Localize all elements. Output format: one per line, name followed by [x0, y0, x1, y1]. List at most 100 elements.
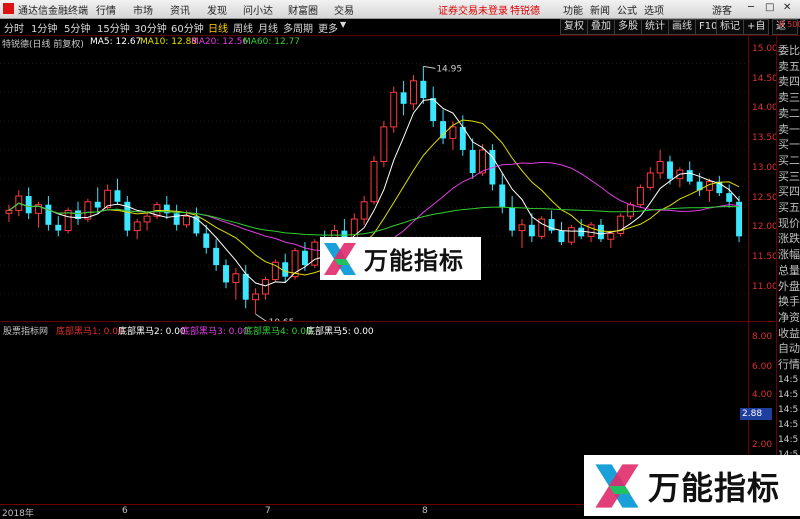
- candle-body[interactable]: [262, 279, 269, 295]
- ma10-legend: MA10: 12.88: [140, 37, 198, 47]
- candle-body[interactable]: [173, 213, 180, 225]
- indicator-legend-2: 底部黑马2: 0.00: [118, 327, 186, 337]
- candle-body[interactable]: [646, 172, 654, 188]
- candle-body[interactable]: [203, 233, 210, 248]
- candle-body[interactable]: [420, 80, 427, 99]
- stock-link[interactable]: 特锐德: [510, 2, 540, 17]
- period-tab-5min[interactable]: 5分钟: [64, 20, 90, 35]
- quote-label: 买一: [778, 138, 800, 152]
- candle-body[interactable]: [597, 224, 604, 240]
- menu-item-market[interactable]: 行情: [96, 2, 116, 17]
- menu-function[interactable]: 功能: [563, 2, 583, 17]
- menu-item-ask[interactable]: 问小达: [243, 2, 273, 17]
- period-tab-monthly[interactable]: 月线: [258, 20, 278, 35]
- chevron-down-icon[interactable]: ▼: [340, 20, 346, 29]
- candle-body[interactable]: [509, 207, 516, 231]
- candle-body[interactable]: [587, 224, 595, 237]
- period-tab-60min[interactable]: 60分钟: [171, 20, 204, 35]
- indicator-tick: 6.00: [752, 362, 773, 372]
- candle-body[interactable]: [479, 149, 486, 174]
- mark-button[interactable]: 标记: [716, 19, 744, 35]
- menu-item-news[interactable]: 资讯: [170, 2, 190, 17]
- period-toolbar: 分时 1分钟 5分钟 15分钟 30分钟 60分钟 日线 周线 月线 多周期 更…: [0, 19, 800, 36]
- candle-body[interactable]: [45, 204, 52, 225]
- period-tab-multi[interactable]: 多周期: [283, 20, 313, 35]
- minimize-icon[interactable]: ─: [748, 2, 754, 13]
- candle-body[interactable]: [223, 265, 229, 283]
- candle-body[interactable]: [410, 80, 417, 105]
- candle-body[interactable]: [133, 221, 141, 232]
- candle-body[interactable]: [499, 184, 506, 208]
- candle-body[interactable]: [686, 170, 693, 182]
- quote-label: 买四: [778, 185, 800, 199]
- candle-body[interactable]: [301, 250, 308, 266]
- period-tab-more[interactable]: 更多: [318, 20, 338, 35]
- menu-item-trade[interactable]: 交易: [334, 2, 354, 17]
- indicator-tick: 2.00: [752, 440, 773, 450]
- candle-body[interactable]: [627, 204, 634, 217]
- candle-body[interactable]: [252, 293, 260, 301]
- quote-label: 卖四: [778, 75, 800, 89]
- candle-body[interactable]: [282, 262, 289, 277]
- draw-button[interactable]: 画线: [668, 19, 696, 35]
- period-tab-daily[interactable]: 日线: [208, 20, 228, 35]
- candle-body[interactable]: [213, 247, 220, 266]
- candle-body[interactable]: [114, 190, 121, 202]
- maximize-icon[interactable]: □: [765, 2, 774, 13]
- candle-body[interactable]: [567, 227, 575, 243]
- guest-label[interactable]: 游客: [712, 2, 732, 17]
- candle-body[interactable]: [578, 227, 585, 237]
- candle-body[interactable]: [558, 230, 565, 243]
- candle-body[interactable]: [5, 209, 13, 214]
- candle-body[interactable]: [518, 224, 526, 232]
- candle-body[interactable]: [667, 161, 673, 179]
- period-tab-tick[interactable]: 分时: [4, 20, 24, 35]
- pane-divider: [0, 321, 776, 322]
- overlay-button[interactable]: 叠加: [587, 19, 615, 35]
- period-tab-1min[interactable]: 1分钟: [31, 20, 57, 35]
- candle-body[interactable]: [183, 215, 190, 226]
- candle-body[interactable]: [242, 273, 249, 300]
- period-tab-30min[interactable]: 30分钟: [134, 20, 167, 35]
- app-logo-icon: [3, 3, 14, 14]
- close-icon[interactable]: ✕: [783, 2, 791, 13]
- add-favorite-button[interactable]: +自选: [743, 19, 769, 35]
- period-tab-weekly[interactable]: 周线: [233, 20, 253, 35]
- quote-label: 卖三: [778, 91, 800, 105]
- candlestick-chart[interactable]: 14.9510.65: [0, 47, 748, 322]
- period-tab-15min[interactable]: 15分钟: [97, 20, 130, 35]
- candle-body[interactable]: [449, 126, 457, 139]
- menu-item-wealth[interactable]: 财富圈: [288, 2, 318, 17]
- menu-news[interactable]: 新闻: [590, 2, 610, 17]
- candle-body[interactable]: [726, 193, 733, 202]
- candle-body[interactable]: [311, 241, 319, 266]
- menu-options[interactable]: 选项: [644, 2, 664, 17]
- candle-body[interactable]: [656, 160, 664, 174]
- menu-item-discover[interactable]: 发现: [207, 2, 227, 17]
- candle-body[interactable]: [360, 201, 368, 220]
- multi-stock-button[interactable]: 多股: [614, 19, 642, 35]
- candle-body[interactable]: [370, 160, 378, 203]
- candle-body[interactable]: [380, 126, 388, 162]
- candle-body[interactable]: [94, 201, 101, 208]
- candle-body[interactable]: [528, 224, 535, 237]
- candle-body[interactable]: [390, 91, 398, 128]
- candle-body[interactable]: [469, 149, 476, 173]
- candle-body[interactable]: [607, 232, 615, 240]
- quote-label: 卖二: [778, 106, 800, 120]
- candle-body[interactable]: [232, 273, 240, 283]
- high-price-pointer: [423, 65, 436, 69]
- candle-body[interactable]: [55, 224, 62, 231]
- adjust-button[interactable]: 复权: [560, 19, 588, 35]
- candle-body[interactable]: [25, 196, 32, 214]
- watermark-center: 万能指标: [320, 237, 481, 280]
- stats-button[interactable]: 统计: [641, 19, 669, 35]
- menu-item-exchange[interactable]: 市场: [133, 2, 153, 17]
- menu-formula[interactable]: 公式: [617, 2, 637, 17]
- login-warning[interactable]: 证券交易未登录: [438, 2, 508, 17]
- candle-body[interactable]: [636, 186, 644, 206]
- candle-body[interactable]: [143, 215, 151, 223]
- quote-label: 委比: [778, 44, 800, 57]
- candle-body[interactable]: [400, 92, 407, 104]
- time-tick: 6: [122, 506, 128, 516]
